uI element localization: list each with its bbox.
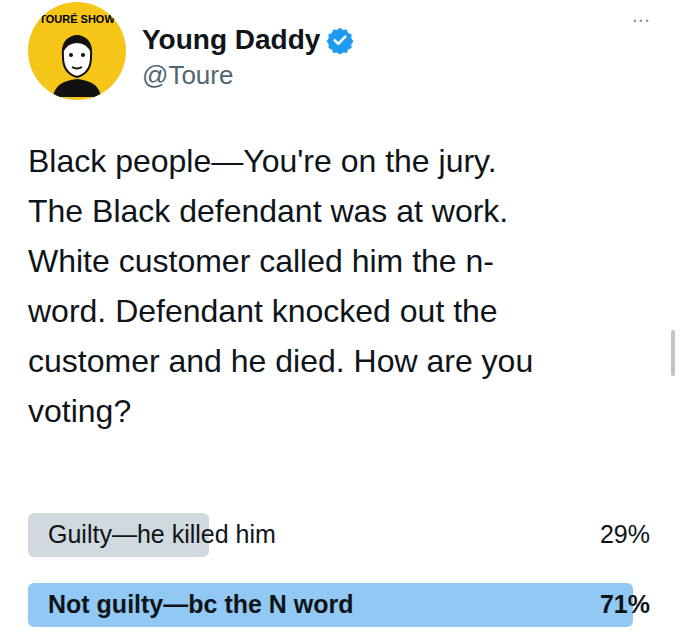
- author-info: Young Daddy@Toure: [142, 2, 616, 92]
- poll-option[interactable]: Guilty—he killed him 29%: [28, 513, 652, 557]
- poll: Guilty—he killed him 29% Not guilty—bc the…: [28, 513, 652, 627]
- poll-option[interactable]: Not guilty—bc the N word 71%: [28, 583, 652, 627]
- verified-icon: [326, 26, 354, 54]
- tweet-text-line: voting?: [28, 386, 652, 436]
- tweet-text-line: customer and he died. How are you: [28, 336, 652, 386]
- avatar-label: TOURÉ SHOW: [39, 14, 115, 25]
- tweet-header: TOURÉ SHOW Young Daddy@Toure...: [28, 0, 652, 100]
- poll-option-percent: 29%: [600, 516, 652, 554]
- scrollbar-thumb[interactable]: [671, 330, 675, 376]
- tweet-text: Black people—You're on the jury.The Blac…: [28, 136, 652, 436]
- tweet-page: TOURÉ SHOW Young Daddy@Toure... Black peop…: [0, 0, 680, 643]
- author-name-row: Young Daddy: [142, 22, 616, 58]
- face-icon: [47, 27, 107, 97]
- tweet-text-line: White customer called him the n-: [28, 236, 652, 286]
- author-name[interactable]: Young Daddy: [142, 22, 320, 58]
- poll-option-label: Not guilty—bc the N word: [28, 586, 354, 624]
- tweet-text-line: The Black defendant was at work.: [28, 186, 652, 236]
- poll-option-label: Guilty—he killed him: [28, 516, 276, 554]
- author-handle[interactable]: @Toure: [142, 58, 616, 92]
- tweet-text-line: word. Defendant knocked out the: [28, 286, 652, 336]
- avatar[interactable]: TOURÉ SHOW: [28, 2, 126, 100]
- tweet-text-line: Black people—You're on the jury.: [28, 136, 652, 186]
- more-menu[interactable]: ...: [632, 2, 652, 26]
- poll-option-percent: 71%: [600, 586, 652, 624]
